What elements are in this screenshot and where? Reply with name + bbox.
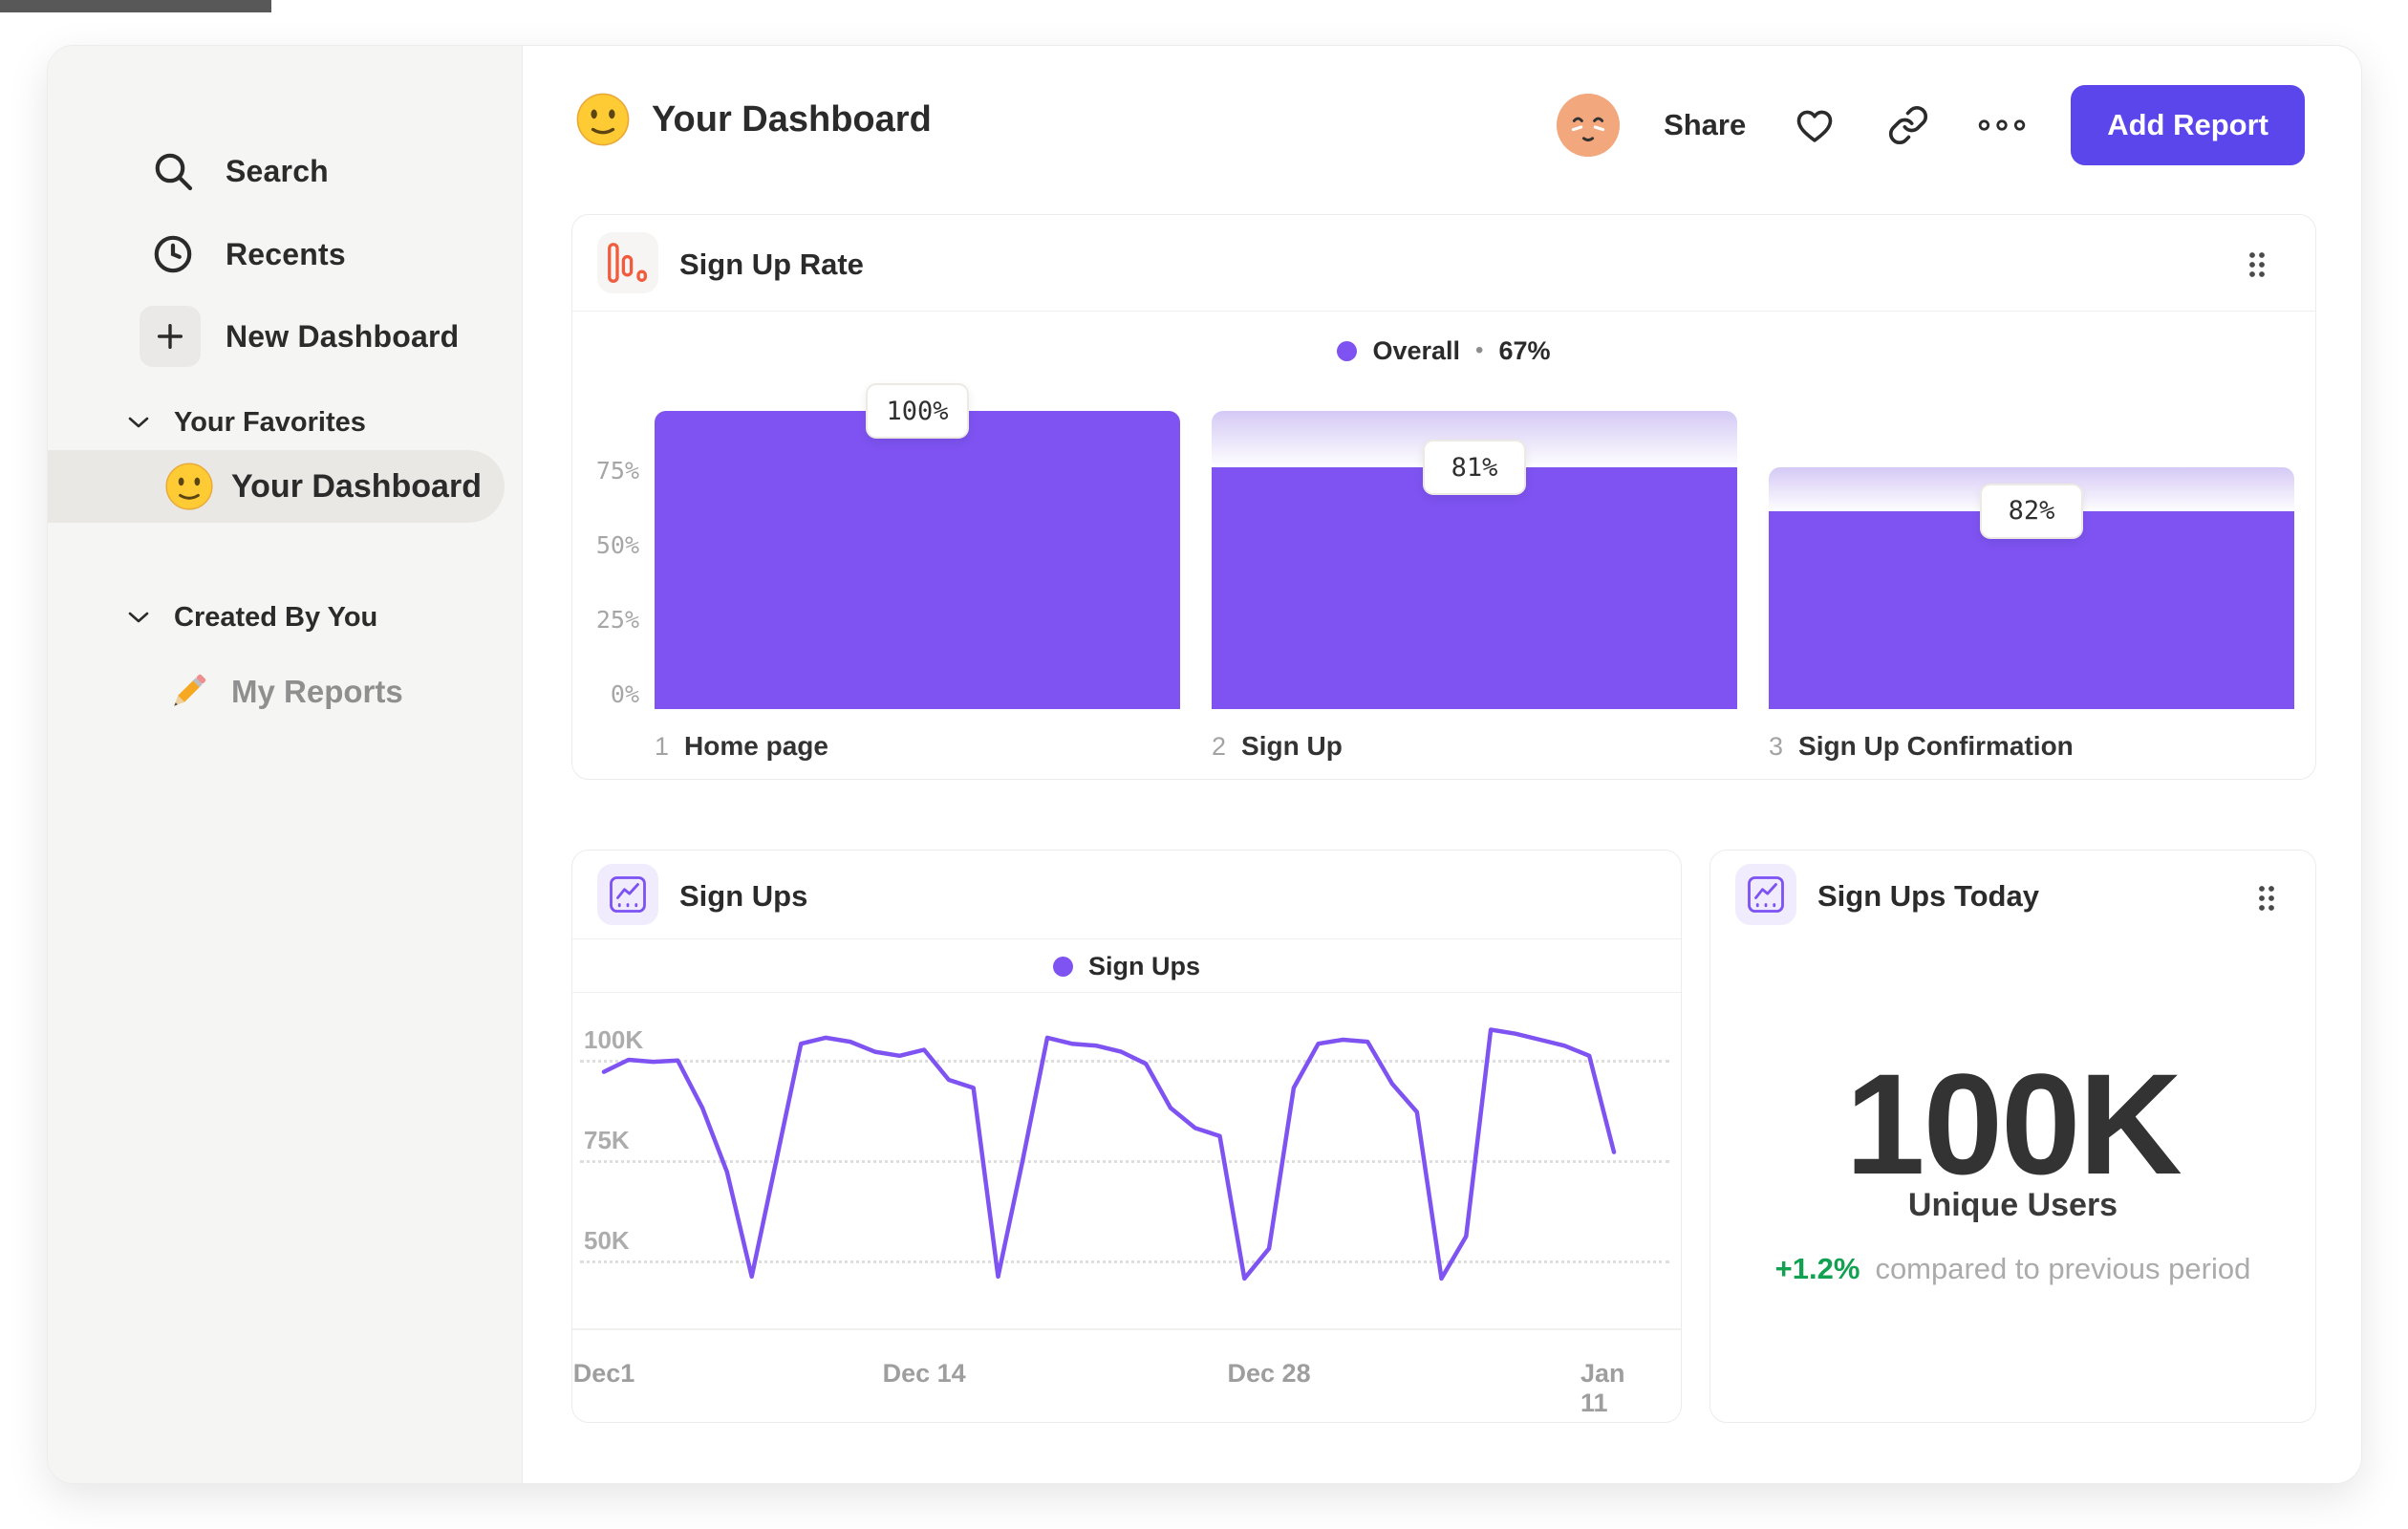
sidebar-item-recents[interactable]: Recents bbox=[48, 218, 522, 291]
sidebar-item-label: My Reports bbox=[231, 674, 403, 709]
funnel-category-name: Home page bbox=[684, 731, 828, 761]
funnel-y-tick-label: 50% bbox=[595, 531, 639, 559]
background-window-edge bbox=[0, 0, 271, 12]
funnel-bar-fill bbox=[1769, 510, 2294, 709]
legend-value: 67% bbox=[1498, 335, 1551, 365]
smiley-emoji bbox=[164, 462, 214, 511]
line-plot: 100K 75K 50K Dec1 Dec 14 Dec 28 Jan 11 bbox=[572, 851, 1681, 1422]
sidebar-item-label: Your Dashboard bbox=[231, 467, 482, 505]
sidebar-section-your-favorites[interactable]: Your Favorites bbox=[128, 401, 366, 443]
stat-delta-row: +1.2% compared to previous period bbox=[1710, 1252, 2315, 1286]
app-root: Search Recents New Dashboard Your Favori… bbox=[0, 0, 2408, 1529]
drag-handle-icon[interactable] bbox=[2256, 883, 2277, 914]
funnel-y-tick-label: 0% bbox=[610, 680, 639, 708]
funnel-conversion-badge: 82% bbox=[1980, 483, 2083, 539]
drag-handle-icon[interactable] bbox=[2247, 249, 2268, 280]
sidebar-item-label: Recents bbox=[226, 236, 346, 271]
app-window: Search Recents New Dashboard Your Favori… bbox=[47, 45, 2362, 1484]
section-label: Created By You bbox=[174, 601, 378, 633]
sidebar: Search Recents New Dashboard Your Favori… bbox=[48, 46, 523, 1483]
legend-label: Overall bbox=[1372, 335, 1461, 365]
funnel-category-number: 3 bbox=[1769, 731, 1784, 761]
funnel-category-name: Sign Up bbox=[1241, 731, 1343, 761]
funnel-category-number: 1 bbox=[655, 731, 670, 761]
search-icon bbox=[140, 138, 206, 205]
clock-icon bbox=[140, 221, 206, 288]
funnel-bar-fill bbox=[655, 411, 1180, 709]
link-icon[interactable] bbox=[1883, 100, 1933, 150]
line-chart-icon bbox=[1735, 864, 1796, 925]
chevron-down-icon bbox=[128, 611, 149, 624]
avatar[interactable] bbox=[1557, 94, 1621, 157]
funnel-bar[interactable]: 100% bbox=[655, 383, 1180, 709]
sidebar-item-my-reports[interactable]: My Reports bbox=[164, 663, 403, 721]
share-button[interactable]: Share bbox=[1664, 108, 1746, 142]
sidebar-item-search[interactable]: Search bbox=[48, 135, 522, 207]
sidebar-item-your-dashboard[interactable]: Your Dashboard bbox=[48, 450, 505, 523]
sidebar-section-created-by-you[interactable]: Created By You bbox=[128, 596, 377, 638]
funnel-conversion-badge: 100% bbox=[866, 383, 969, 439]
card-title: Sign Ups Today bbox=[1817, 879, 2039, 913]
funnel-category-name: Sign Up Confirmation bbox=[1798, 731, 2074, 761]
funnel-y-tick-label: 25% bbox=[595, 606, 639, 634]
sidebar-item-label: Search bbox=[226, 153, 329, 188]
bar-chart-icon bbox=[597, 232, 658, 293]
funnel-bar[interactable]: 82% bbox=[1769, 411, 2294, 709]
ellipsis-icon[interactable] bbox=[1977, 100, 2027, 150]
header-actions: Share Add Report bbox=[1557, 84, 2305, 166]
funnel-category-label: 3 Sign Up Confirmation bbox=[1769, 731, 2294, 762]
funnel-x-axis: 1 Home page 2 Sign Up 3 Sign Up Confirmation bbox=[655, 731, 2294, 762]
smiley-emoji bbox=[575, 92, 631, 147]
funnel-y-tick-label: 75% bbox=[595, 457, 639, 485]
pencil-emoji bbox=[164, 668, 212, 716]
funnel-bar-fill bbox=[1212, 467, 1737, 709]
add-report-button[interactable]: Add Report bbox=[2071, 85, 2305, 165]
funnel-plot: 100% 81% 82% bbox=[655, 383, 2294, 709]
sign-ups-card: Sign Ups Sign Ups 100K 75K 50K Dec1 Dec 14 De… bbox=[571, 850, 1682, 1423]
page-title: Your Dashboard bbox=[652, 98, 932, 140]
funnel-bar[interactable]: 81% bbox=[1212, 411, 1737, 709]
stat-value: 100K bbox=[1845, 1044, 2182, 1204]
funnel-legend: Overall • 67% bbox=[572, 328, 2315, 374]
chevron-down-icon bbox=[128, 416, 149, 429]
legend-separator: • bbox=[1475, 337, 1484, 363]
divider bbox=[572, 311, 2315, 312]
funnel-category-number: 2 bbox=[1212, 731, 1227, 761]
stat-delta-note: compared to previous period bbox=[1875, 1252, 2251, 1285]
plus-icon bbox=[137, 303, 204, 370]
sign-up-rate-card: Sign Up Rate Overall • 67% 75% 50% 25% 0% 1… bbox=[571, 214, 2316, 780]
funnel-category-label: 2 Sign Up bbox=[1212, 731, 1737, 762]
card-header: Sign Up Rate bbox=[572, 215, 2315, 311]
card-title: Sign Up Rate bbox=[679, 248, 864, 281]
stat-delta: +1.2% bbox=[1774, 1252, 1860, 1285]
funnel-category-label: 1 Home page bbox=[655, 731, 1180, 762]
sign-ups-today-card: Sign Ups Today 100K Unique Users +1.2% c… bbox=[1709, 850, 2316, 1423]
card-header: Sign Ups Today bbox=[1710, 851, 2315, 938]
sidebar-item-new-dashboard[interactable]: New Dashboard bbox=[48, 300, 522, 373]
heart-icon[interactable] bbox=[1790, 100, 1839, 150]
signups-line-series bbox=[601, 1027, 1617, 1281]
page-title-wrap: Your Dashboard bbox=[575, 92, 932, 147]
sidebar-item-label: New Dashboard bbox=[226, 318, 460, 354]
funnel-conversion-badge: 81% bbox=[1423, 440, 1526, 496]
stat-label: Unique Users bbox=[1907, 1187, 2118, 1223]
main-header: Your Dashboard Share Add Report bbox=[523, 46, 2361, 208]
legend-dot bbox=[1337, 340, 1358, 361]
section-label: Your Favorites bbox=[174, 406, 366, 438]
